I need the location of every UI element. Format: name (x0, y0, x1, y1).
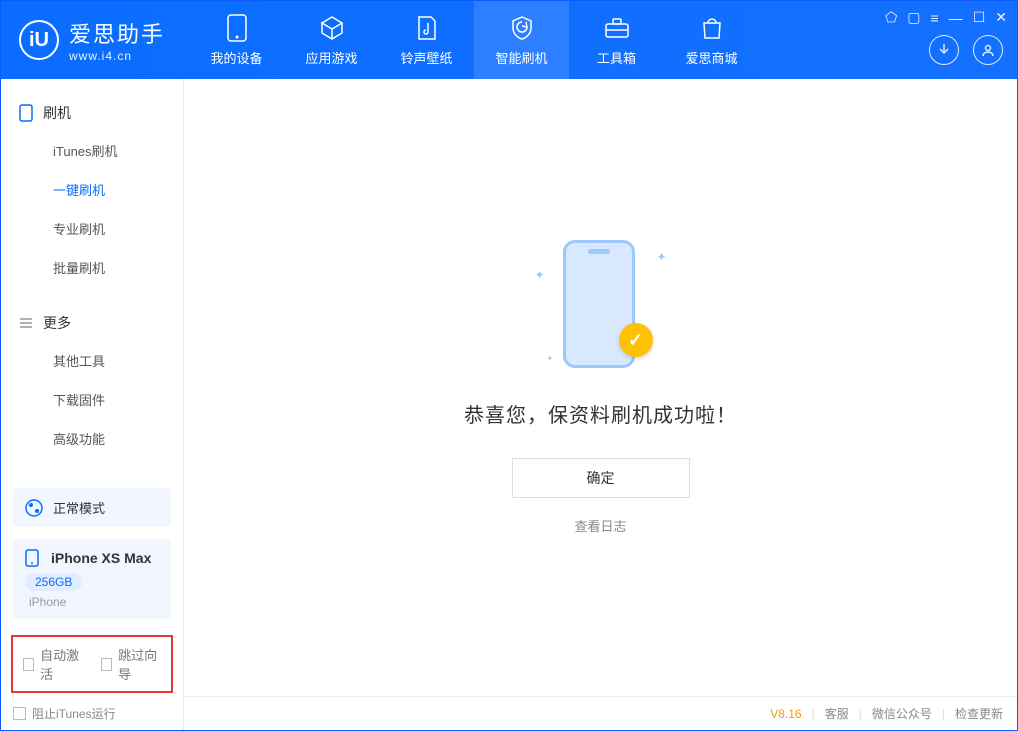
app-window: iU 爱思助手 www.i4.cn 我的设备 应用游戏 铃声壁纸 智能刷机 (0, 0, 1018, 731)
brand-block: iU 爱思助手 www.i4.cn (1, 1, 189, 79)
checkbox-label: 跳过向导 (118, 645, 161, 683)
block-itunes-row[interactable]: 阻止iTunes运行 (1, 697, 183, 730)
checkbox-icon (23, 658, 34, 671)
sidebar-item-other-tools[interactable]: 其他工具 (1, 341, 183, 380)
device-storage: 256GB (25, 573, 82, 591)
main-panel: ✦ ✦ ✦ ✓ 恭喜您，保资料刷机成功啦！ 确定 查看日志 V8.16 | 客服… (184, 79, 1017, 730)
block-itunes-label: 阻止iTunes运行 (32, 705, 116, 722)
sidebar: 刷机 iTunes刷机 一键刷机 专业刷机 批量刷机 更多 其他工具 下载固件 … (1, 79, 184, 730)
tab-label: 铃声壁纸 (401, 48, 453, 67)
success-graphic: ✦ ✦ ✦ ✓ (531, 240, 671, 375)
list-icon (19, 316, 33, 330)
mode-box[interactable]: 正常模式 (13, 488, 171, 527)
sidebar-item-download-firmware[interactable]: 下载固件 (1, 380, 183, 419)
toolbox-icon (603, 14, 631, 42)
section-more: 更多 (1, 305, 183, 341)
logo-icon: iU (19, 20, 59, 60)
brand-url: www.i4.cn (69, 49, 165, 63)
window-controls: ⬠ ▢ ≡ — ☐ ✕ (885, 9, 1007, 26)
mode-label: 正常模式 (53, 498, 105, 517)
menu-icon[interactable]: ≡ (931, 10, 939, 26)
checkbox-label: 自动激活 (40, 645, 83, 683)
user-button[interactable] (973, 35, 1003, 65)
minimize-button[interactable]: — (949, 10, 963, 26)
header-actions (929, 35, 1003, 65)
tab-ringtones[interactable]: 铃声壁纸 (379, 1, 474, 79)
ok-button[interactable]: 确定 (512, 458, 690, 498)
sidebar-item-pro-flash[interactable]: 专业刷机 (1, 209, 183, 248)
checkbox-row: 自动激活 跳过向导 (11, 635, 173, 693)
tab-label: 我的设备 (211, 48, 263, 67)
tab-flash[interactable]: 智能刷机 (474, 1, 569, 79)
sidebar-item-one-click-flash[interactable]: 一键刷机 (1, 170, 183, 209)
checkbox-icon (101, 658, 112, 671)
tab-my-device[interactable]: 我的设备 (189, 1, 284, 79)
section-title: 更多 (43, 313, 71, 333)
sidebar-item-advanced[interactable]: 高级功能 (1, 419, 183, 458)
music-file-icon (413, 14, 441, 42)
check-update-link[interactable]: 检查更新 (955, 705, 1003, 722)
success-message: 恭喜您，保资料刷机成功啦！ (464, 399, 737, 428)
shield-icon (508, 14, 536, 42)
close-button[interactable]: ✕ (995, 9, 1007, 26)
download-button[interactable] (929, 35, 959, 65)
section-title: 刷机 (43, 103, 71, 123)
device-icon (223, 14, 251, 42)
section-flash: 刷机 (1, 95, 183, 131)
sidebar-item-batch-flash[interactable]: 批量刷机 (1, 248, 183, 287)
device-box[interactable]: iPhone XS Max 256GB iPhone (13, 539, 171, 619)
footer: V8.16 | 客服 | 微信公众号 | 检查更新 (184, 696, 1017, 730)
device-type: iPhone (29, 595, 159, 609)
support-link[interactable]: 客服 (825, 705, 849, 722)
tab-label: 应用游戏 (306, 48, 358, 67)
mode-icon (25, 499, 43, 517)
check-badge-icon: ✓ (619, 323, 653, 357)
version-label: V8.16 (770, 707, 801, 721)
tab-label: 智能刷机 (496, 48, 548, 67)
header: iU 爱思助手 www.i4.cn 我的设备 应用游戏 铃声壁纸 智能刷机 (1, 1, 1017, 79)
tab-apps[interactable]: 应用游戏 (284, 1, 379, 79)
maximize-button[interactable]: ☐ (973, 9, 986, 26)
success-content: ✦ ✦ ✦ ✓ 恭喜您，保资料刷机成功啦！ 确定 查看日志 (184, 79, 1017, 696)
brand-name: 爱思助手 (69, 17, 165, 49)
feedback-icon[interactable]: ▢ (907, 9, 920, 26)
tab-store[interactable]: 爱思商城 (664, 1, 759, 79)
tab-toolbox[interactable]: 工具箱 (569, 1, 664, 79)
wechat-link[interactable]: 微信公众号 (872, 705, 932, 722)
shirt-icon[interactable]: ⬠ (885, 9, 897, 26)
sidebar-item-itunes-flash[interactable]: iTunes刷机 (1, 131, 183, 170)
side-nav: 刷机 iTunes刷机 一键刷机 专业刷机 批量刷机 更多 其他工具 下载固件 … (1, 79, 183, 482)
skip-guide-checkbox[interactable]: 跳过向导 (101, 645, 161, 683)
cube-icon (318, 14, 346, 42)
main-tabs: 我的设备 应用游戏 铃声壁纸 智能刷机 工具箱 爱思商城 (189, 1, 759, 79)
tab-label: 工具箱 (597, 48, 636, 67)
view-log-link[interactable]: 查看日志 (574, 516, 626, 535)
phone-outline-icon (19, 104, 33, 122)
tab-label: 爱思商城 (686, 48, 738, 67)
auto-activate-checkbox[interactable]: 自动激活 (23, 645, 83, 683)
body: 刷机 iTunes刷机 一键刷机 专业刷机 批量刷机 更多 其他工具 下载固件 … (1, 79, 1017, 730)
bag-icon (698, 14, 726, 42)
device-name: iPhone XS Max (51, 550, 151, 566)
checkbox-icon (13, 707, 26, 720)
phone-icon (25, 549, 39, 567)
